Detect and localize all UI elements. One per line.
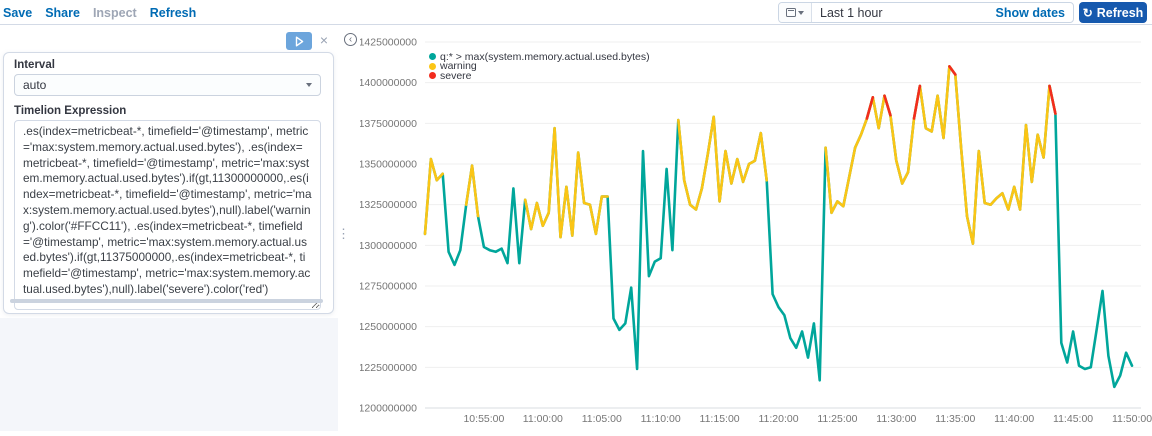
chart-legend: q:* > max(system.memory.actual.used.byte… (429, 51, 650, 82)
interval-select-value: auto (23, 78, 47, 92)
svg-text:11:15:00: 11:15:00 (700, 413, 740, 425)
collapse-editor-button[interactable]: ‹ (344, 33, 357, 46)
refresh-icon: ↻ (1082, 5, 1093, 20)
close-editor-button[interactable]: × (316, 31, 332, 49)
top-toolbar: Save Share Inspect Refresh Last 1 hour S… (0, 0, 1152, 25)
svg-text:11325000000: 11325000000 (360, 199, 417, 211)
svg-text:11350000000: 11350000000 (360, 159, 417, 171)
share-link[interactable]: Share (45, 6, 80, 20)
svg-text:11:30:00: 11:30:00 (876, 413, 916, 425)
series-warning-line (423, 65, 1057, 245)
timelion-expression-label: Timelion Expression (14, 105, 127, 117)
svg-text:11225000000: 11225000000 (360, 362, 417, 374)
inspect-link[interactable]: Inspect (93, 6, 137, 20)
legend-color-dot (429, 72, 436, 80)
svg-text:11:45:00: 11:45:00 (1053, 413, 1093, 425)
quick-select-button[interactable] (779, 3, 812, 22)
interval-label: Interval (14, 59, 55, 71)
timelion-editor-panel: Interval auto Timelion Expression .es(in… (3, 52, 334, 314)
legend-color-dot (429, 62, 436, 70)
chevron-left-icon: ‹ (348, 33, 353, 45)
legend-label: severe (440, 69, 472, 82)
calendar-icon (786, 8, 796, 17)
svg-text:11:25:00: 11:25:00 (817, 413, 857, 425)
close-icon: × (319, 32, 329, 48)
super-date-picker: Last 1 hour Show dates (778, 2, 1074, 23)
y-axis-labels: 11425000000 11400000000 11375000000 1135000… (354, 37, 418, 415)
chart-canvas[interactable]: 11425000000 11400000000 11375000000 1135000… (354, 25, 1152, 431)
panel-resize-handle[interactable]: ⋮ (337, 226, 350, 242)
timelion-chart: q:* > max(system.memory.actual.used.byte… (354, 25, 1152, 431)
x-axis-labels: 10:55:00 11:00:00 11:05:00 11:10:00 11:15:00… (463, 413, 1152, 425)
svg-text:11:40:00: 11:40:00 (994, 413, 1034, 425)
svg-text:11275000000: 11275000000 (360, 281, 417, 293)
refresh-link[interactable]: Refresh (150, 6, 197, 20)
svg-text:10:55:00: 10:55:00 (463, 413, 504, 425)
svg-text:11:00:00: 11:00:00 (523, 413, 563, 425)
chevron-down-icon (798, 10, 804, 15)
save-link[interactable]: Save (3, 6, 32, 20)
timelion-expression-input[interactable]: .es(index=metricbeat-*, timefield='@time… (14, 120, 321, 310)
svg-text:11400000000: 11400000000 (360, 77, 417, 89)
show-dates-link[interactable]: Show dates (996, 6, 1073, 20)
series-severe-line (865, 65, 1057, 120)
time-range-value[interactable]: Last 1 hour (812, 6, 996, 20)
svg-text:11:10:00: 11:10:00 (641, 413, 681, 425)
editor-column-background (0, 318, 338, 431)
run-expression-button[interactable] (286, 32, 312, 50)
interval-select[interactable]: auto (14, 74, 321, 96)
svg-text:11200000000: 11200000000 (360, 403, 417, 415)
svg-text:11:35:00: 11:35:00 (935, 413, 975, 425)
svg-text:11300000000: 11300000000 (360, 240, 417, 252)
refresh-button[interactable]: ↻ Refresh (1079, 2, 1147, 23)
svg-text:11250000000: 11250000000 (360, 321, 417, 333)
legend-item[interactable]: severe (429, 69, 650, 82)
svg-text:11375000000: 11375000000 (360, 118, 417, 130)
chevron-down-icon (306, 83, 312, 87)
legend-color-dot (429, 53, 436, 61)
play-icon (295, 36, 303, 46)
app-nav-links: Save Share Inspect Refresh (3, 0, 196, 25)
svg-text:11425000000: 11425000000 (360, 37, 417, 49)
svg-text:11:05:00: 11:05:00 (582, 413, 622, 425)
expression-scrollbar[interactable] (10, 299, 323, 303)
svg-text:11:20:00: 11:20:00 (758, 413, 798, 425)
refresh-button-label: Refresh (1096, 5, 1144, 20)
svg-text:11:50:00: 11:50:00 (1112, 413, 1152, 425)
